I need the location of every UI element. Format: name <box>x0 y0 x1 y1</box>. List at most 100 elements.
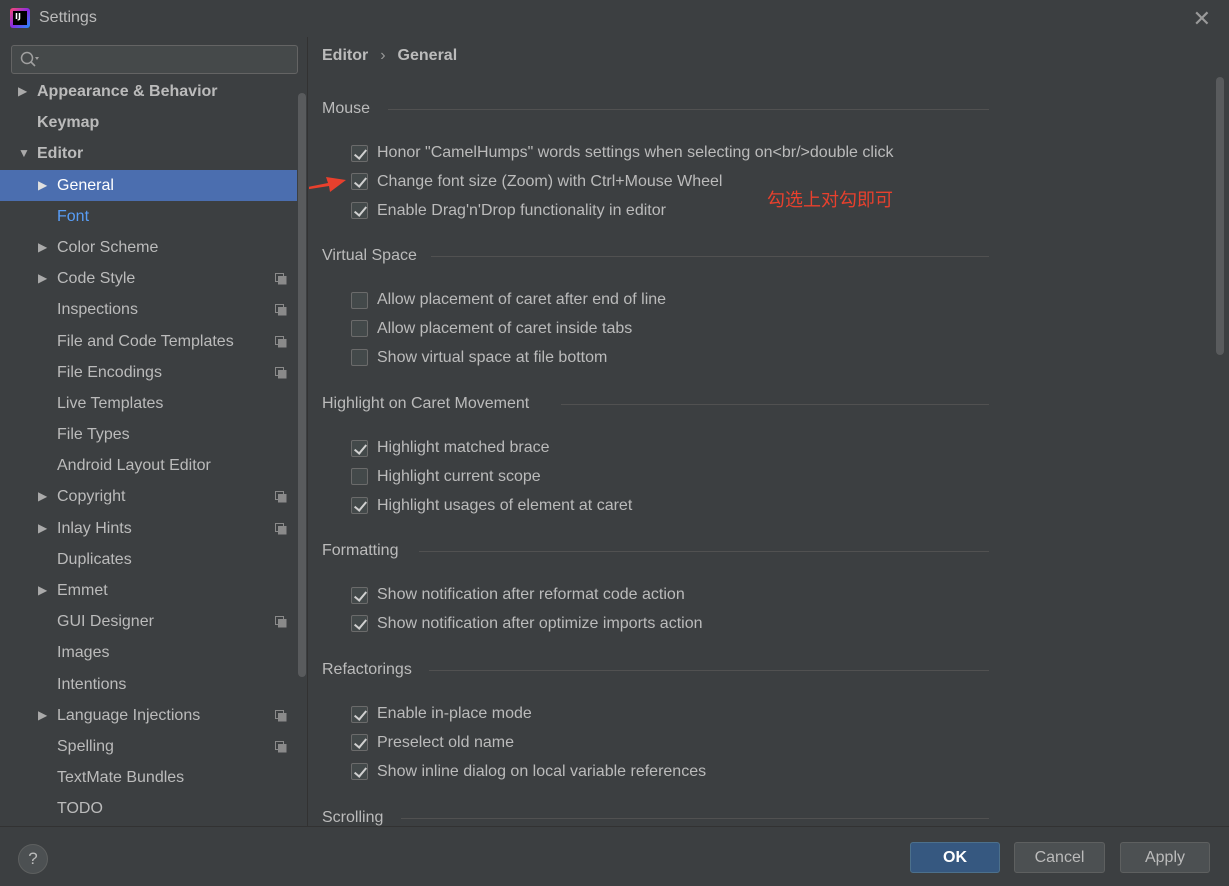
checkbox-unchecked[interactable] <box>351 349 368 367</box>
option-label[interactable]: Enable Drag'n'Drop functionality in edit… <box>377 202 666 220</box>
option-row[interactable]: Change font size (Zoom) with Ctrl+Mouse … <box>351 171 722 193</box>
help-button[interactable]: ? <box>18 844 48 874</box>
sidebar-item-android-layout-editor[interactable]: Android Layout Editor <box>0 450 297 481</box>
sidebar-item-language-injections[interactable]: ▶ Language Injections <box>0 700 297 731</box>
option-label[interactable]: Honor "CamelHumps" words settings when s… <box>377 144 894 162</box>
option-row[interactable]: Show notification after optimize imports… <box>351 613 702 635</box>
sidebar-item-label: Copyright <box>57 488 126 506</box>
option-row[interactable]: Show notification after reformat code ac… <box>351 584 685 606</box>
expand-right-icon[interactable]: ▶ <box>38 513 47 544</box>
checkbox-checked[interactable] <box>351 202 368 220</box>
option-label[interactable]: Show notification after optimize imports… <box>377 615 702 633</box>
checkbox-checked[interactable] <box>351 439 368 457</box>
expand-right-icon[interactable]: ▶ <box>38 481 47 512</box>
expand-right-icon[interactable]: ▶ <box>38 700 47 731</box>
sidebar-item-color-scheme[interactable]: ▶ Color Scheme <box>0 232 297 263</box>
close-icon[interactable]: ✕ <box>1193 6 1211 32</box>
sidebar-item-file-encodings[interactable]: File Encodings <box>0 357 297 388</box>
option-label[interactable]: Allow placement of caret inside tabs <box>377 320 632 338</box>
option-label[interactable]: Change font size (Zoom) with Ctrl+Mouse … <box>377 173 722 191</box>
breadcrumb-separator: › <box>380 47 386 64</box>
checkbox-unchecked[interactable] <box>351 320 368 338</box>
checkbox-unchecked[interactable] <box>351 291 368 309</box>
option-row[interactable]: Allow placement of caret inside tabs <box>351 318 632 340</box>
option-row[interactable]: Enable Drag'n'Drop functionality in edit… <box>351 200 666 222</box>
sidebar-item-editor[interactable]: ▼ Editor <box>0 138 297 169</box>
option-row[interactable]: Show inline dialog on local variable ref… <box>351 761 706 783</box>
sidebar-item-spelling[interactable]: Spelling <box>0 731 297 762</box>
sidebar-item-textmate-bundles[interactable]: TextMate Bundles <box>0 762 297 793</box>
expand-right-icon[interactable]: ▶ <box>38 575 47 606</box>
option-row[interactable]: Honor "CamelHumps" words settings when s… <box>351 142 894 164</box>
sidebar-item-font[interactable]: Font <box>0 201 297 232</box>
option-label[interactable]: Highlight current scope <box>377 468 541 486</box>
section-title: Highlight on Caret Movement <box>322 395 530 412</box>
sidebar-item-general[interactable]: ▶ General <box>0 169 297 201</box>
option-label[interactable]: Highlight usages of element at caret <box>377 497 632 515</box>
option-label[interactable]: Show notification after reformat code ac… <box>377 586 685 604</box>
sidebar-item-live-templates[interactable]: Live Templates <box>0 388 297 419</box>
sidebar-item-inspections[interactable]: Inspections <box>0 294 297 325</box>
sidebar-item-images[interactable]: Images <box>0 637 297 668</box>
ok-button[interactable]: OK <box>910 842 1000 873</box>
sidebar-item-appearance-behavior[interactable]: ▶ Appearance & Behavior <box>0 76 297 107</box>
sidebar-item-todo[interactable]: TODO <box>0 793 297 824</box>
checkbox-checked[interactable] <box>351 586 368 604</box>
checkbox-checked[interactable] <box>351 497 368 515</box>
checkbox-checked[interactable] <box>351 173 368 191</box>
sidebar-item-copyright[interactable]: ▶ Copyright <box>0 481 297 512</box>
sidebar-item-file-and-code-templates[interactable]: File and Code Templates <box>0 326 297 357</box>
sidebar-item-file-types[interactable]: File Types <box>0 419 297 450</box>
red-arrow-annotation <box>309 177 346 192</box>
checkbox-unchecked[interactable] <box>351 468 368 486</box>
option-label[interactable]: Enable in-place mode <box>377 705 532 723</box>
checkbox-checked[interactable] <box>351 615 368 633</box>
cancel-button[interactable]: Cancel <box>1014 842 1105 873</box>
option-row[interactable]: Highlight current scope <box>351 466 541 488</box>
sidebar-item-code-style[interactable]: ▶ Code Style <box>0 263 297 294</box>
section-divider <box>401 818 989 819</box>
sidebar-item-label: Inspections <box>57 301 138 319</box>
checkbox-checked[interactable] <box>351 144 368 162</box>
expand-right-icon[interactable]: ▶ <box>18 76 27 107</box>
expand-right-icon[interactable]: ▶ <box>38 170 47 201</box>
sidebar-item-label: TODO <box>57 800 103 818</box>
checkbox-checked[interactable] <box>351 705 368 723</box>
sidebar-item-emmet[interactable]: ▶ Emmet <box>0 575 297 606</box>
option-label[interactable]: Preselect old name <box>377 734 514 752</box>
sidebar-item-duplicates[interactable]: Duplicates <box>0 544 297 575</box>
checkbox-checked[interactable] <box>351 763 368 781</box>
option-label[interactable]: Highlight matched brace <box>377 439 550 457</box>
search-input[interactable] <box>48 50 288 70</box>
sidebar-item-label: Android Layout Editor <box>57 457 211 475</box>
option-row[interactable]: Allow placement of caret after end of li… <box>351 289 666 311</box>
window-title: Settings <box>39 9 97 26</box>
expand-right-icon[interactable]: ▶ <box>38 263 47 294</box>
option-label[interactable]: Allow placement of caret after end of li… <box>377 291 666 309</box>
option-label[interactable]: Show virtual space at file bottom <box>377 349 607 367</box>
sidebar-item-keymap[interactable]: Keymap <box>0 107 297 138</box>
option-row[interactable]: Highlight usages of element at caret <box>351 495 632 517</box>
option-row[interactable]: Show virtual space at file bottom <box>351 347 607 369</box>
content-scrollbar[interactable] <box>1216 77 1224 355</box>
section-title: Refactorings <box>322 661 412 678</box>
sidebar-item-label: Inlay Hints <box>57 519 132 537</box>
apply-button[interactable]: Apply <box>1120 842 1210 873</box>
sidebar-item-intentions[interactable]: Intentions <box>0 669 297 700</box>
expand-right-icon[interactable]: ▶ <box>38 232 47 263</box>
sidebar-item-inlay-hints[interactable]: ▶ Inlay Hints <box>0 513 297 544</box>
checkbox-checked[interactable] <box>351 734 368 752</box>
option-label[interactable]: Show inline dialog on local variable ref… <box>377 763 706 781</box>
section-divider <box>419 551 989 552</box>
option-row[interactable]: Highlight matched brace <box>351 437 550 459</box>
sidebar-scrollbar[interactable] <box>298 93 306 677</box>
breadcrumb-parent[interactable]: Editor <box>322 47 368 64</box>
project-settings-icon <box>275 522 287 535</box>
option-row[interactable]: Enable in-place mode <box>351 703 532 725</box>
sidebar-item-label: Live Templates <box>57 394 164 412</box>
sidebar-item-gui-designer[interactable]: GUI Designer <box>0 606 297 637</box>
expand-down-icon[interactable]: ▼ <box>18 138 30 169</box>
option-row[interactable]: Preselect old name <box>351 732 514 754</box>
sidebar-item-label: Spelling <box>57 737 114 755</box>
search-box[interactable] <box>11 45 298 74</box>
